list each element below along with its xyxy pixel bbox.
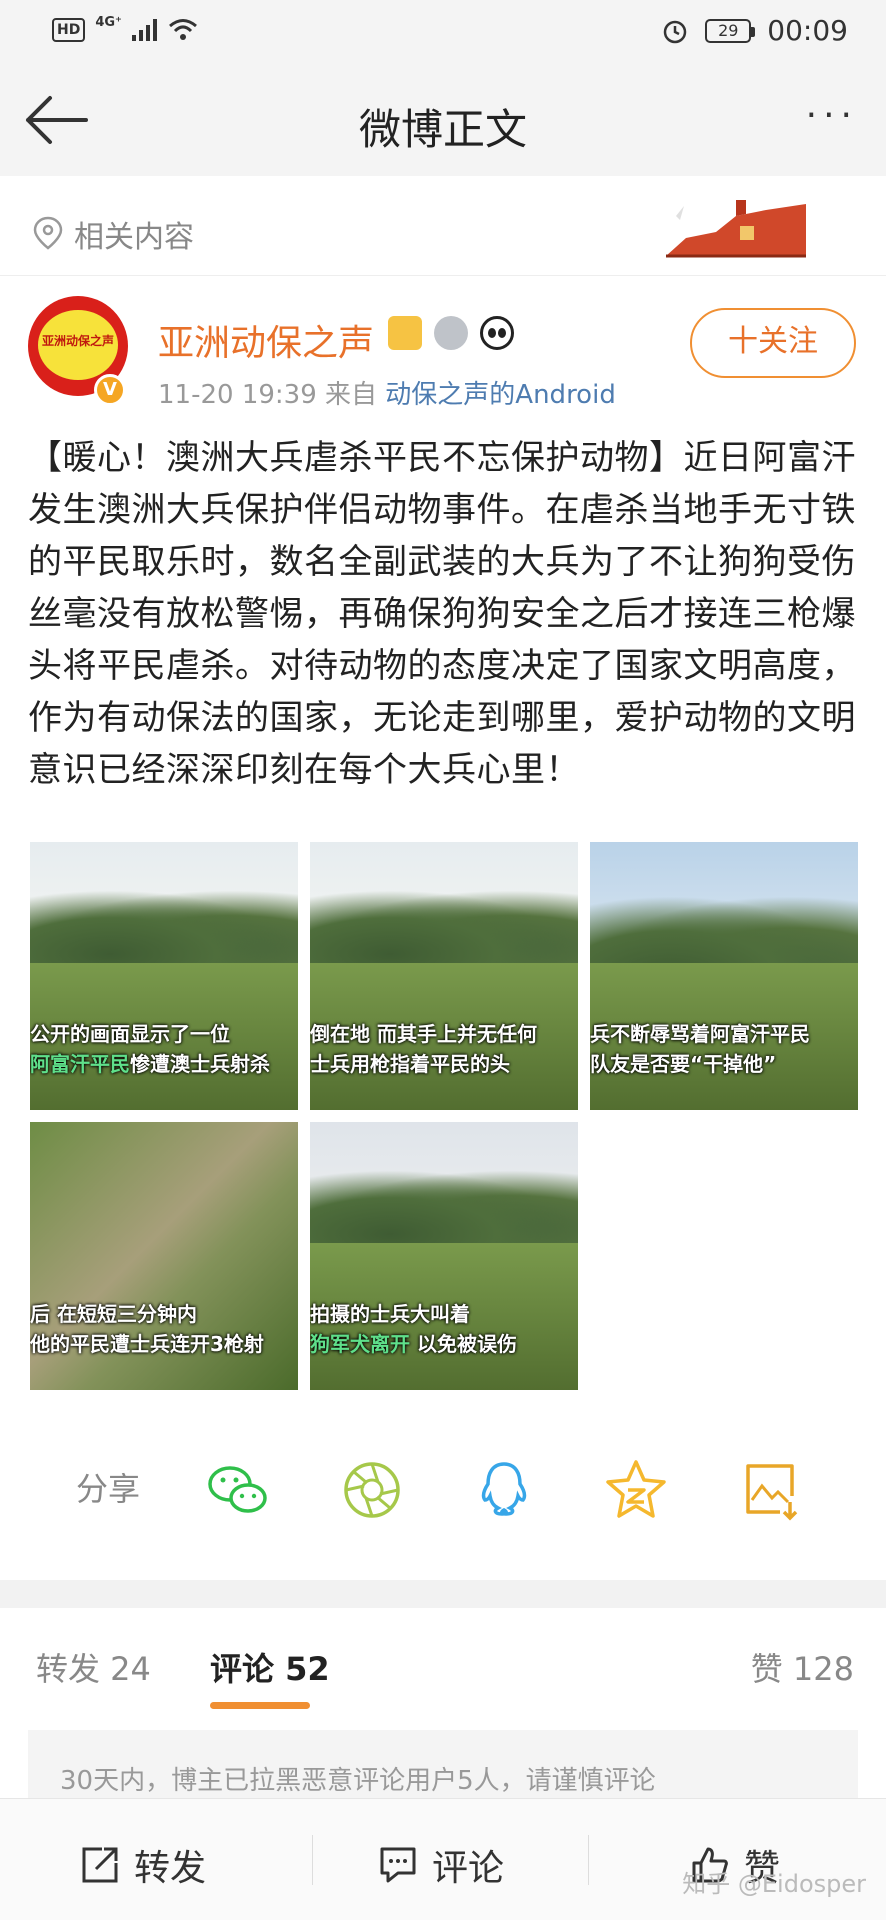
related-content-label: 相关内容 — [74, 220, 194, 255]
wifi-icon — [168, 19, 197, 40]
interaction-tabs: 转发 24 评论 52 赞 128 — [0, 1608, 886, 1718]
status-left: HD 4G⁺ — [52, 14, 198, 42]
from-label: 来自 — [325, 380, 378, 410]
post-image-1[interactable]: 公开的画面显示了一位 阿富汗平民惨遭澳士兵射杀 — [30, 842, 298, 1110]
avatar-label: 亚洲动保之声 — [41, 334, 114, 348]
image-caption-line1: 兵不断辱骂着阿富汗平民 — [590, 1022, 810, 1046]
username[interactable]: 亚洲动保之声 — [158, 314, 374, 366]
panda-icon[interactable] — [480, 316, 514, 350]
image-caption-line2: 士兵用枪指着平民的头 — [310, 1052, 510, 1076]
clock: 00:09 — [767, 14, 848, 47]
image-caption-line1: 倒在地 而其手上并无任何 — [310, 1022, 537, 1046]
image-caption-line2: 狗军犬离开 以免被误伤 — [310, 1332, 517, 1356]
post-meta: 11-20 19:39 来自 动保之声的Android — [158, 374, 616, 411]
tab-comments[interactable]: 评论 52 — [210, 1644, 330, 1690]
alarm-icon — [664, 20, 687, 43]
share-label: 分享 — [76, 1470, 141, 1508]
comment-button[interactable]: 评论 — [378, 1839, 504, 1891]
bottom-separator — [588, 1835, 589, 1885]
post-source[interactable]: 动保之声的Android — [385, 380, 616, 410]
more-options-icon[interactable]: ··· — [806, 98, 858, 134]
image-caption-line2: 阿富汗平民惨遭澳士兵射杀 — [30, 1052, 270, 1076]
related-content-bar[interactable]: 相关内容 — [0, 188, 886, 276]
section-divider — [0, 1580, 886, 1608]
bottom-action-bar: 转发 评论 赞 — [0, 1798, 886, 1920]
save-image-icon[interactable] — [738, 1458, 802, 1522]
image-caption-line1: 后 在短短三分钟内 — [30, 1302, 197, 1326]
location-pin-icon — [33, 216, 63, 250]
image-caption-line1: 公开的画面显示了一位 — [30, 1022, 230, 1046]
comment-notice-text: 30天内，博主已拉黑恶意评论用户5人，请谨慎评论 — [60, 1766, 656, 1796]
user-badges — [388, 316, 514, 350]
post-image-3[interactable]: 兵不断辱骂着阿富汗平民 队友是否要“干掉他” — [590, 842, 858, 1110]
image-caption-line2: 队友是否要“干掉他” — [590, 1052, 777, 1076]
nav-bar: 微博正文 ··· — [0, 66, 886, 176]
watermark: 知乎 @Eidosper — [682, 1870, 866, 1898]
image-caption-line2: 他的平民遭士兵连开3枪射 — [30, 1332, 264, 1356]
moments-icon[interactable] — [340, 1458, 404, 1522]
share-row: 分享 — [0, 1440, 886, 1540]
vip-crown-icon[interactable] — [388, 316, 422, 350]
comment-label: 评论 — [432, 1848, 505, 1889]
great-wall-banner-icon — [666, 200, 806, 258]
post-image-5[interactable]: 拍摄的士兵大叫着 狗军犬离开 以免被误伤 — [310, 1122, 578, 1390]
qq-icon[interactable] — [472, 1458, 536, 1522]
network-indicator: 4G⁺ — [95, 14, 122, 30]
post-image-4[interactable]: 后 在短短三分钟内 他的平民遭士兵连开3枪射 — [30, 1122, 298, 1390]
medal-icon[interactable] — [434, 316, 468, 350]
comment-icon — [380, 1847, 416, 1883]
active-tab-indicator — [210, 1702, 310, 1709]
post-time: 11-20 19:39 — [158, 380, 317, 410]
hd-indicator: HD — [52, 18, 86, 42]
repost-icon — [82, 1847, 118, 1883]
battery-indicator: 29 — [705, 18, 756, 43]
image-caption-line1: 拍摄的士兵大叫着 — [310, 1302, 470, 1326]
signal-icon — [131, 19, 157, 41]
post-image-2[interactable]: 倒在地 而其手上并无任何 士兵用枪指着平民的头 — [310, 842, 578, 1110]
bottom-separator — [312, 1835, 313, 1885]
status-bar: HD 4G⁺ 29 00:09 — [0, 0, 886, 66]
wechat-icon[interactable] — [206, 1458, 270, 1522]
repost-button[interactable]: 转发 — [80, 1839, 206, 1891]
status-right: 29 00:09 — [661, 14, 848, 47]
verified-badge: V — [94, 374, 126, 406]
qzone-icon[interactable] — [604, 1458, 668, 1522]
repost-label: 转发 — [134, 1848, 207, 1889]
follow-button[interactable]: 十关注 — [690, 308, 856, 378]
post-text: 【暖心！澳洲大兵虐杀平民不忘保护动物】近日阿富汗发生澳洲大兵保护伴侣动物事件。在… — [28, 438, 856, 790]
tab-likes[interactable]: 赞 128 — [751, 1644, 854, 1690]
tab-reposts[interactable]: 转发 24 — [36, 1644, 151, 1690]
page-title: 微博正文 — [358, 105, 527, 154]
